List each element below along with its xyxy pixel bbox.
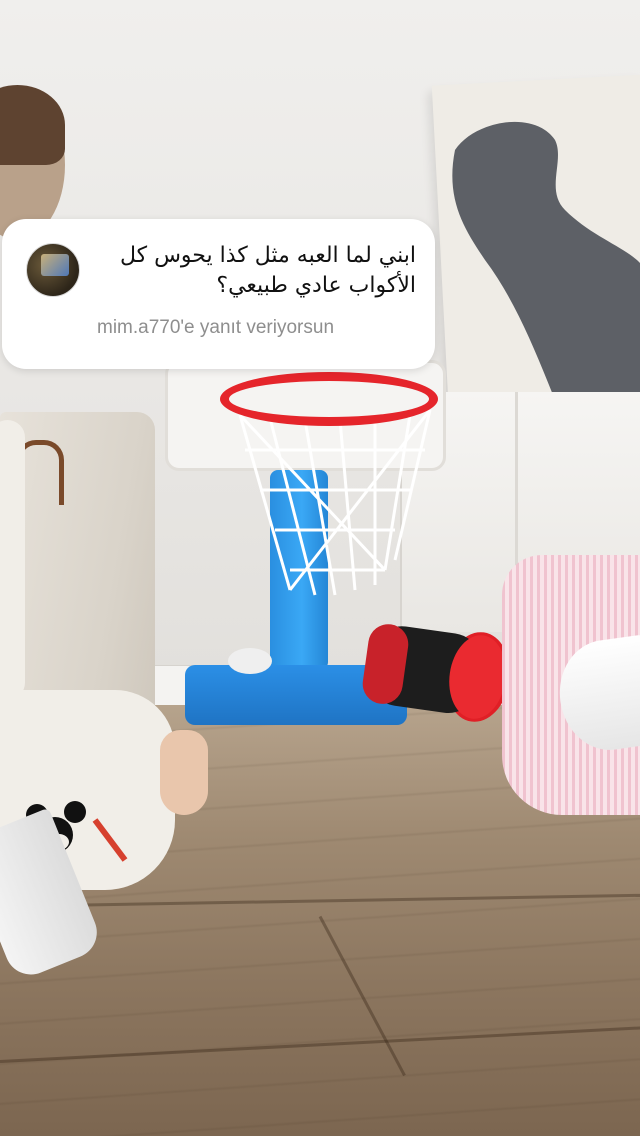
hoop-net bbox=[238, 410, 432, 596]
child-foot bbox=[160, 730, 208, 815]
story-view: ابني لما العبه مثل كذا يحوس كل الأكواب ع… bbox=[0, 0, 640, 1136]
child-arm bbox=[0, 420, 25, 700]
hoop-rim bbox=[220, 372, 438, 426]
reply-username-label: mim.a770'e yanıt veriyorsun bbox=[97, 317, 335, 338]
painting-shape bbox=[452, 121, 640, 400]
avatar[interactable] bbox=[26, 243, 80, 297]
white-ball bbox=[228, 648, 272, 674]
question-text: ابني لما العبه مثل كذا يحوس كل الأكواب ع… bbox=[119, 243, 416, 298]
avatar-image bbox=[41, 254, 69, 276]
reply-sticker[interactable]: ابني لما العبه مثل كذا يحوس كل الأكواب ع… bbox=[2, 219, 435, 369]
